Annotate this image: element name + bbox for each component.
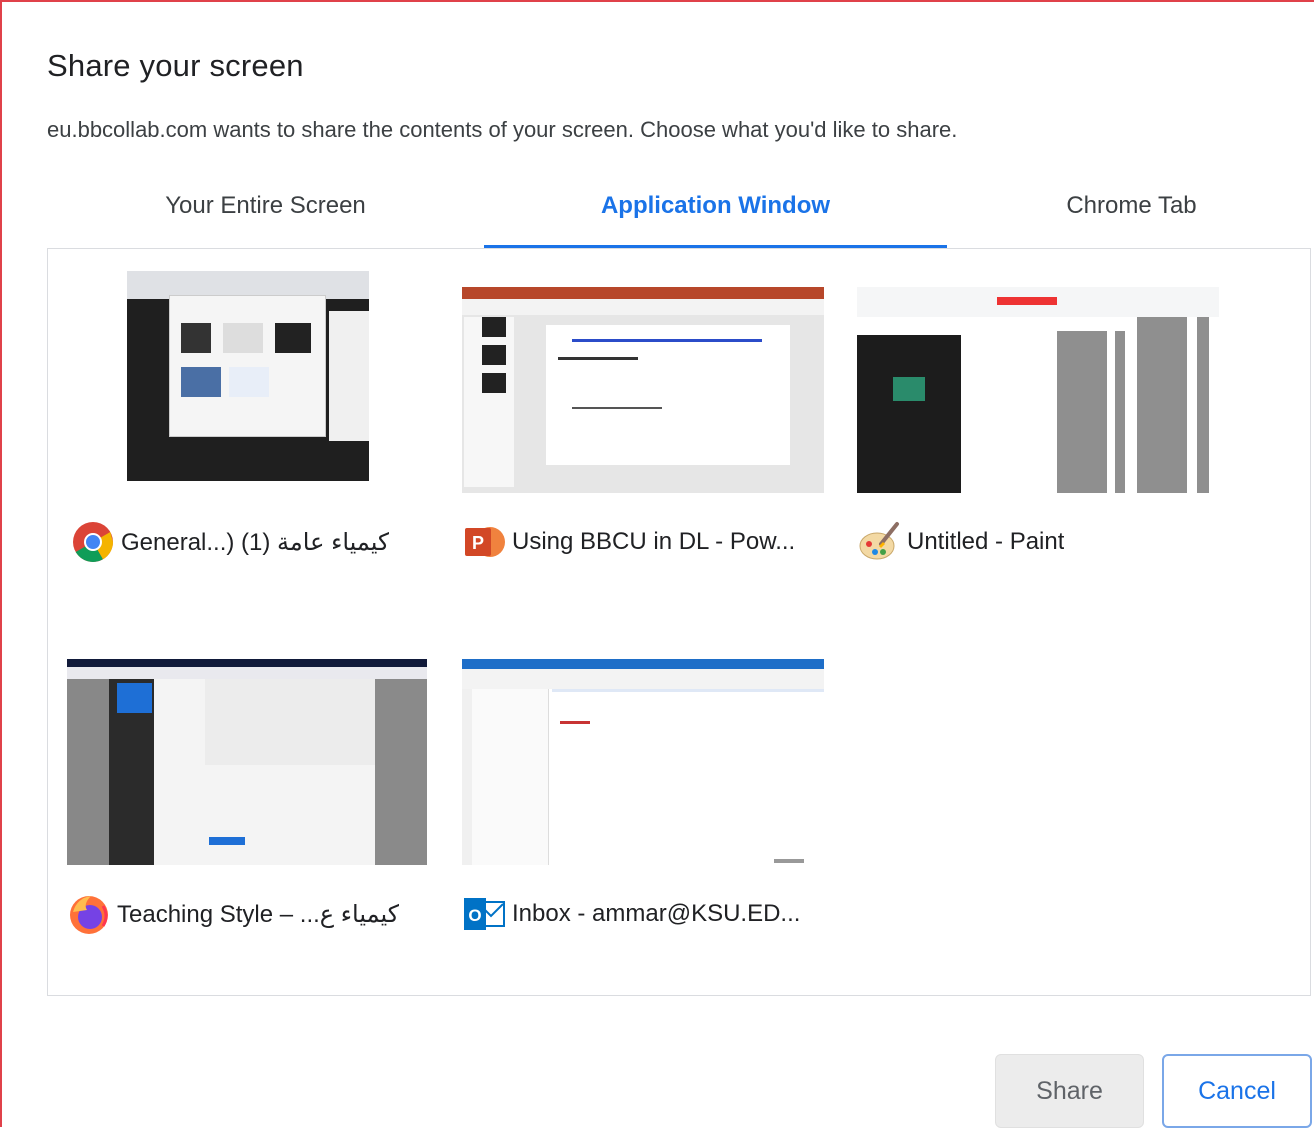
window-item-firefox[interactable]: Teaching Style – ...كيمياء ع (67, 659, 429, 934)
tab-application-window[interactable]: Application Window (484, 192, 947, 248)
window-item-outlook[interactable]: O Inbox - ammar@KSU.ED... (462, 659, 824, 930)
powerpoint-icon: P (465, 527, 505, 557)
window-thumbnail (67, 659, 427, 865)
window-thumbnail (462, 659, 824, 865)
svg-text:O: O (468, 906, 481, 925)
window-title: Using BBCU in DL - Pow... (512, 528, 796, 555)
window-item-paint[interactable]: Untitled - Paint (857, 287, 1219, 560)
paint-icon (859, 522, 899, 560)
chrome-icon (73, 522, 113, 562)
window-thumbnail (71, 271, 433, 481)
share-screen-dialog: Share your screen eu.bbcollab.com wants … (0, 0, 1314, 1128)
window-title: Inbox - ammar@KSU.ED... (512, 900, 801, 927)
window-thumbnail (857, 287, 1219, 493)
svg-text:P: P (472, 533, 484, 553)
window-title: General...) (1) كيمياء عامة (121, 528, 390, 556)
tab-label: Chrome Tab (1066, 192, 1197, 219)
firefox-icon (70, 896, 108, 934)
window-label: P Using BBCU in DL - Pow... (462, 521, 822, 563)
tab-entire-screen[interactable]: Your Entire Screen (47, 192, 484, 248)
share-button[interactable]: Share (995, 1054, 1144, 1128)
window-thumbnail (462, 287, 824, 493)
window-label: Untitled - Paint (857, 521, 1217, 563)
window-item-chrome[interactable]: General...) (1) كيمياء عامة (71, 271, 433, 562)
window-label: General...) (1) كيمياء عامة (71, 521, 431, 563)
tab-label: Application Window (600, 192, 831, 219)
tab-bar: Your Entire Screen Application Window Ch… (47, 192, 1314, 248)
window-label: O Inbox - ammar@KSU.ED... (462, 893, 822, 935)
dialog-subtitle: eu.bbcollab.com wants to share the conte… (47, 117, 958, 142)
window-item-powerpoint[interactable]: P Using BBCU in DL - Pow... (462, 287, 824, 557)
window-label: Teaching Style – ...كيمياء ع (67, 893, 427, 935)
dialog-title: Share your screen (47, 48, 304, 83)
window-title: Teaching Style – ...كيمياء ع (117, 900, 400, 928)
window-title: Untitled - Paint (907, 528, 1065, 555)
outlook-icon: O (464, 898, 505, 930)
cancel-button[interactable]: Cancel (1162, 1054, 1312, 1128)
tab-chrome-tab[interactable]: Chrome Tab (947, 192, 1314, 248)
window-list-panel: General...) (1) كيمياء عامة P Using BBCU… (47, 248, 1311, 996)
tab-label: Your Entire Screen (165, 192, 366, 219)
